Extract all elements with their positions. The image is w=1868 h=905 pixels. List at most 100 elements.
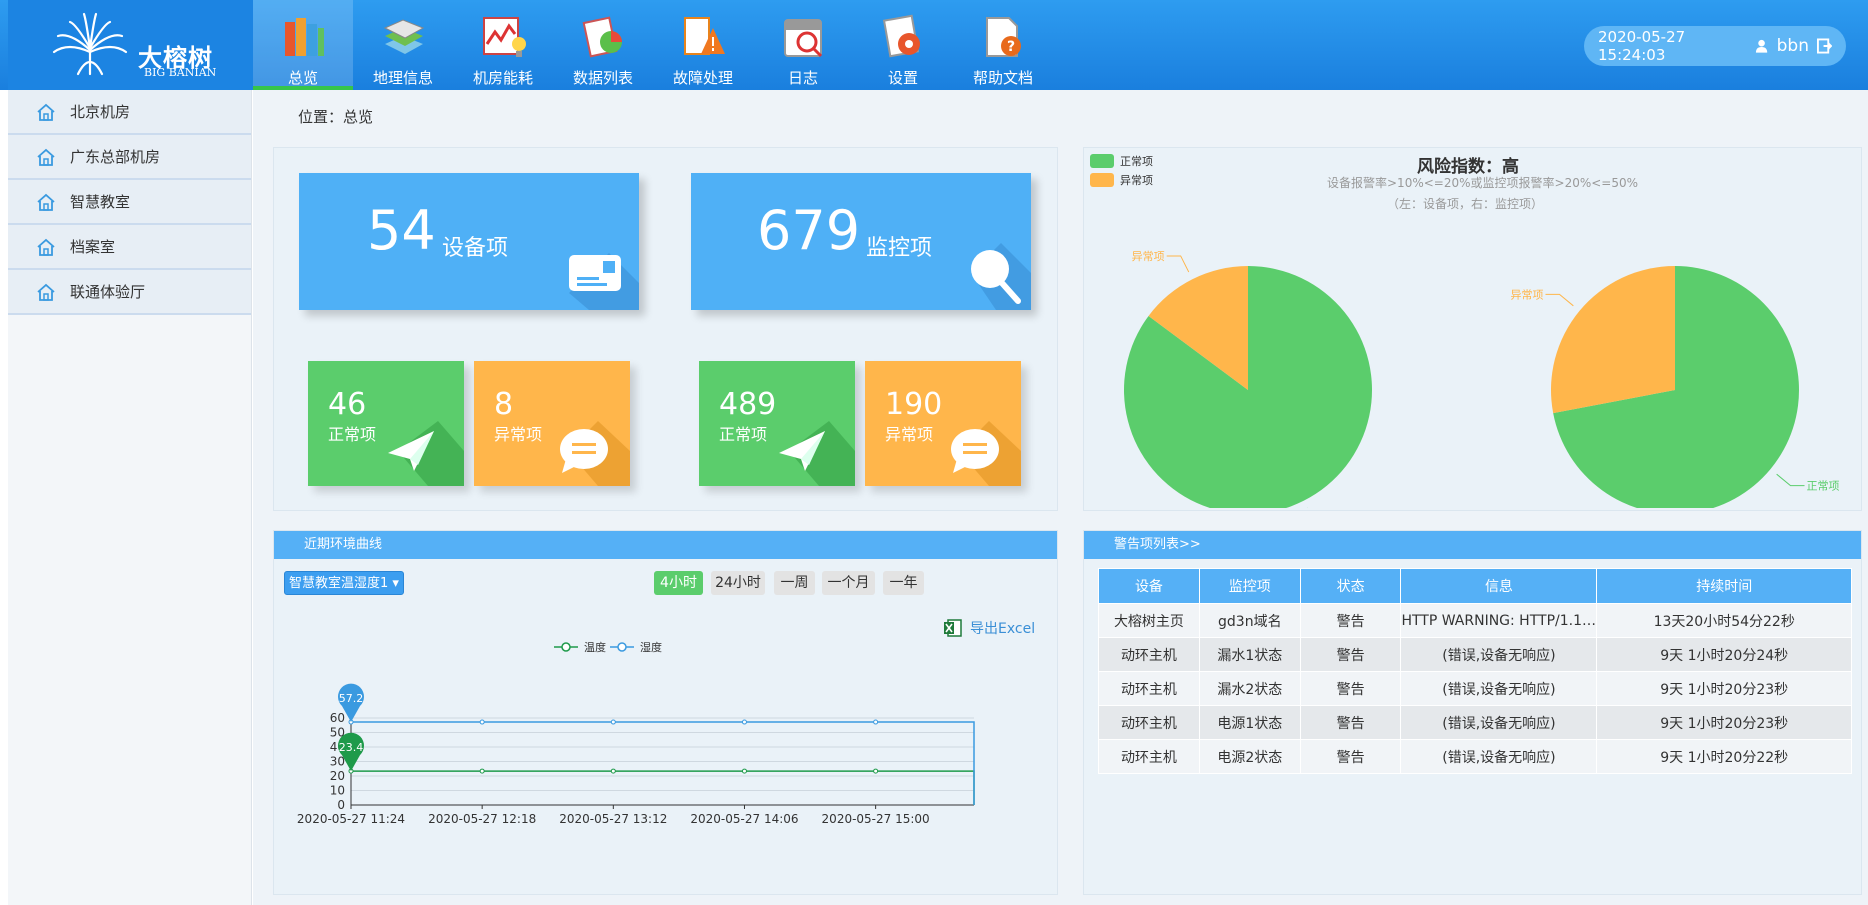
main-content: 位置：总览 54 设备项 679 监控项 46 正常项 8 异常项 489 正常… [253, 90, 1868, 905]
gear-icon [882, 14, 920, 58]
y-tick-label: 60 [330, 711, 345, 725]
top-header: 大榕树 BIG BANIAN 总览 地理信息 机房能耗 数据列表 故障处理 日志… [0, 0, 1868, 90]
env-panel-title: 近期环境曲线 [274, 531, 1057, 559]
table-cell: 9天 1小时20分24秒 [1596, 637, 1852, 672]
table-cell: 警告 [1299, 705, 1402, 740]
table-cell: 动环主机 [1098, 705, 1200, 740]
user-bar: 2020-05-27 15:24:03 bbn [1584, 26, 1846, 66]
x-tick-label: 2020-05-27 15:00 [822, 812, 930, 826]
x-tick-label: 2020-05-27 13:12 [559, 812, 667, 826]
y-tick-label: 10 [330, 784, 345, 798]
table-row[interactable]: 动环主机 电源2状态 警告 (错误,设备无响应) 9天 1小时20分22秒 [1098, 739, 1852, 774]
column-header: 信息 [1400, 568, 1598, 604]
nav-help[interactable]: ? 帮助文档 [953, 0, 1053, 90]
data-list-icon [582, 16, 622, 58]
table-cell: 警告 [1299, 739, 1402, 774]
data-point[interactable] [873, 719, 879, 725]
table-cell: 漏水2状态 [1198, 671, 1301, 706]
nav-geo-info[interactable]: 地理信息 [353, 0, 453, 90]
legend-normal[interactable]: 正常项 [1090, 153, 1153, 169]
device-abnormal-count: 8 [494, 387, 514, 422]
data-point[interactable] [610, 768, 616, 774]
logo-subtext: BIG BANIAN [144, 66, 217, 79]
value-marker-label: 57.2 [339, 692, 364, 705]
logout-icon[interactable] [1816, 38, 1832, 54]
chat-bubble-icon [951, 421, 1021, 486]
datetime-display: 2020-05-27 15:24:03 [1598, 28, 1686, 64]
monitor-count: 679 [757, 199, 861, 262]
table-row[interactable]: 动环主机 漏水2状态 警告 (错误,设备无响应) 9天 1小时20分23秒 [1098, 671, 1852, 706]
legend-label: 正常项 [1120, 155, 1153, 168]
nav-settings[interactable]: 设置 [853, 0, 953, 90]
y-tick-label: 30 [330, 755, 345, 769]
y-tick-label: 0 [337, 798, 345, 812]
sidebar-item-archive[interactable]: 档案室 [8, 225, 251, 270]
sidebar-item-guangdong[interactable]: 广东总部机房 [8, 135, 251, 180]
data-point[interactable] [479, 768, 485, 774]
range-year-button[interactable]: 一年 [883, 571, 924, 595]
pie-label-line [1166, 255, 1190, 273]
legend-temperature[interactable]: 温度 [554, 639, 606, 655]
device-normal-card[interactable]: 46 正常项 [308, 361, 464, 486]
warning-table: 设备 监控项 状态 信息 持续时间 大榕树主页 gd3n域名 警告 HTTP W… [1098, 568, 1852, 774]
legend-swatch [1090, 173, 1114, 187]
table-cell: 警告 [1299, 637, 1402, 672]
data-point[interactable] [610, 719, 616, 725]
paper-plane-icon [779, 421, 855, 486]
warning-panel-title[interactable]: 警告项列表>> [1084, 531, 1861, 559]
legend-humidity[interactable]: 湿度 [610, 639, 662, 655]
monitor-count-card[interactable]: 679 监控项 [691, 173, 1031, 310]
logo[interactable]: 大榕树 BIG BANIAN [8, 0, 253, 90]
nav-overview[interactable]: 总览 [253, 0, 353, 90]
table-cell: 9天 1小时20分23秒 [1596, 705, 1852, 740]
table-row[interactable]: 动环主机 漏水1状态 警告 (错误,设备无响应) 9天 1小时20分24秒 [1098, 637, 1852, 672]
export-excel-button[interactable]: 导出Excel [944, 618, 1035, 638]
magnifier-icon [971, 243, 1031, 310]
data-point[interactable] [741, 719, 747, 725]
range-week-button[interactable]: 一周 [774, 571, 815, 595]
table-cell: (错误,设备无响应) [1400, 671, 1598, 706]
data-point[interactable] [479, 719, 485, 725]
legend-line-icon [554, 642, 578, 652]
device-count-card[interactable]: 54 设备项 [299, 173, 639, 310]
data-point[interactable] [741, 768, 747, 774]
monitor-pie: 正常项 异常项 [1510, 266, 1840, 508]
monitor-normal-card[interactable]: 489 正常项 [699, 361, 855, 486]
nav-energy[interactable]: 机房能耗 [453, 0, 553, 90]
device-abnormal-card[interactable]: 8 异常项 [474, 361, 630, 486]
pie-slice[interactable] [1551, 266, 1675, 414]
device-abnormal-label: 异常项 [494, 425, 543, 444]
paper-plane-icon [388, 421, 464, 486]
sidebar-item-label: 智慧教室 [70, 193, 131, 211]
device-normal-count: 46 [328, 387, 367, 422]
sidebar-item-unicom-hall[interactable]: 联通体验厅 [8, 270, 251, 315]
table-cell: (错误,设备无响应) [1400, 705, 1598, 740]
risk-panel: 正常项 异常项 风险指数：高 设备报警率>10%<=20%或监控项报警率>20%… [1083, 147, 1862, 511]
energy-chart-icon [483, 17, 526, 57]
monitor-normal-count: 489 [719, 387, 777, 422]
monitor-abnormal-card[interactable]: 190 异常项 [865, 361, 1021, 486]
main-nav: 总览 地理信息 机房能耗 数据列表 故障处理 日志 设置 ? 帮助文档 [253, 0, 1053, 90]
nav-data-list[interactable]: 数据列表 [553, 0, 653, 90]
legend-abnormal[interactable]: 异常项 [1090, 172, 1153, 188]
sidebar-item-beijing[interactable]: 北京机房 [8, 90, 251, 135]
monitor-abnormal-count: 190 [885, 387, 943, 422]
sensor-select[interactable]: 智慧教室温湿度1 ▾ [284, 571, 404, 595]
table-cell: 动环主机 [1098, 637, 1200, 672]
nav-label: 机房能耗 [472, 69, 533, 87]
nav-fault[interactable]: 故障处理 [653, 0, 753, 90]
table-row[interactable]: 动环主机 电源1状态 警告 (错误,设备无响应) 9天 1小时20分23秒 [1098, 705, 1852, 740]
home-icon [37, 283, 55, 301]
y-tick-label: 20 [330, 769, 345, 783]
table-cell: (错误,设备无响应) [1400, 739, 1598, 774]
column-header: 设备 [1098, 568, 1200, 604]
range-4h-button[interactable]: 4小时 [654, 571, 703, 595]
range-24h-button[interactable]: 24小时 [711, 571, 765, 595]
data-point[interactable] [873, 768, 879, 774]
table-row[interactable]: 大榕树主页 gd3n域名 警告 HTTP WARNING: HTTP/1.1 4… [1098, 603, 1852, 638]
home-icon [37, 238, 55, 256]
table-cell: 13天20小时54分22秒 [1596, 603, 1852, 638]
nav-log[interactable]: 日志 [753, 0, 853, 90]
sidebar-item-classroom[interactable]: 智慧教室 [8, 180, 251, 225]
range-month-button[interactable]: 一个月 [822, 571, 875, 595]
